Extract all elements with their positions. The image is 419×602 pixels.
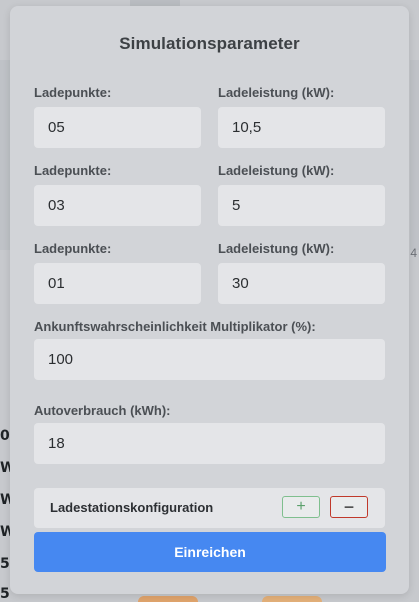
- background-panel-right: [410, 60, 419, 250]
- simulation-parameters-modal: Simulationsparameter Ladepunkte: 05 Lade…: [10, 6, 409, 594]
- background-chart-shape: [138, 596, 198, 602]
- plus-icon: +: [296, 498, 306, 515]
- arrival-multiplier-label: Ankunftswahrscheinlichkeit Multiplikator…: [34, 319, 316, 334]
- station-config-label: Ladestationskonfiguration: [50, 500, 214, 515]
- arrival-multiplier-input[interactable]: 100: [34, 339, 385, 380]
- station-config-bar: Ladestationskonfiguration + −: [34, 488, 385, 528]
- consumption-input[interactable]: 18: [34, 423, 385, 464]
- ladepunkte-input[interactable]: 05: [34, 107, 201, 148]
- ladepunkte-input[interactable]: 01: [34, 263, 201, 304]
- ladepunkte-label: Ladepunkte:: [34, 85, 112, 100]
- ladepunkte-label: Ladepunkte:: [34, 163, 112, 178]
- remove-station-button[interactable]: −: [330, 496, 368, 518]
- consumption-label: Autoverbrauch (kWh):: [34, 403, 171, 418]
- ladeleistung-label: Ladeleistung (kW):: [218, 163, 335, 178]
- submit-button[interactable]: Einreichen: [34, 532, 386, 572]
- ladeleistung-input[interactable]: 10,5: [218, 107, 385, 148]
- ladepunkte-label: Ladepunkte:: [34, 241, 112, 256]
- ladeleistung-input[interactable]: 30: [218, 263, 385, 304]
- ladepunkte-input[interactable]: 03: [34, 185, 201, 226]
- background-text-fragment: 5: [0, 586, 10, 602]
- background-text-fragment: 4: [410, 246, 417, 260]
- add-station-button[interactable]: +: [282, 496, 320, 518]
- background-chart-shape: [262, 596, 322, 602]
- ladeleistung-label: Ladeleistung (kW):: [218, 85, 335, 100]
- minus-icon: −: [343, 497, 355, 517]
- ladeleistung-label: Ladeleistung (kW):: [218, 241, 335, 256]
- modal-title: Simulationsparameter: [119, 34, 300, 53]
- ladeleistung-input[interactable]: 5: [218, 185, 385, 226]
